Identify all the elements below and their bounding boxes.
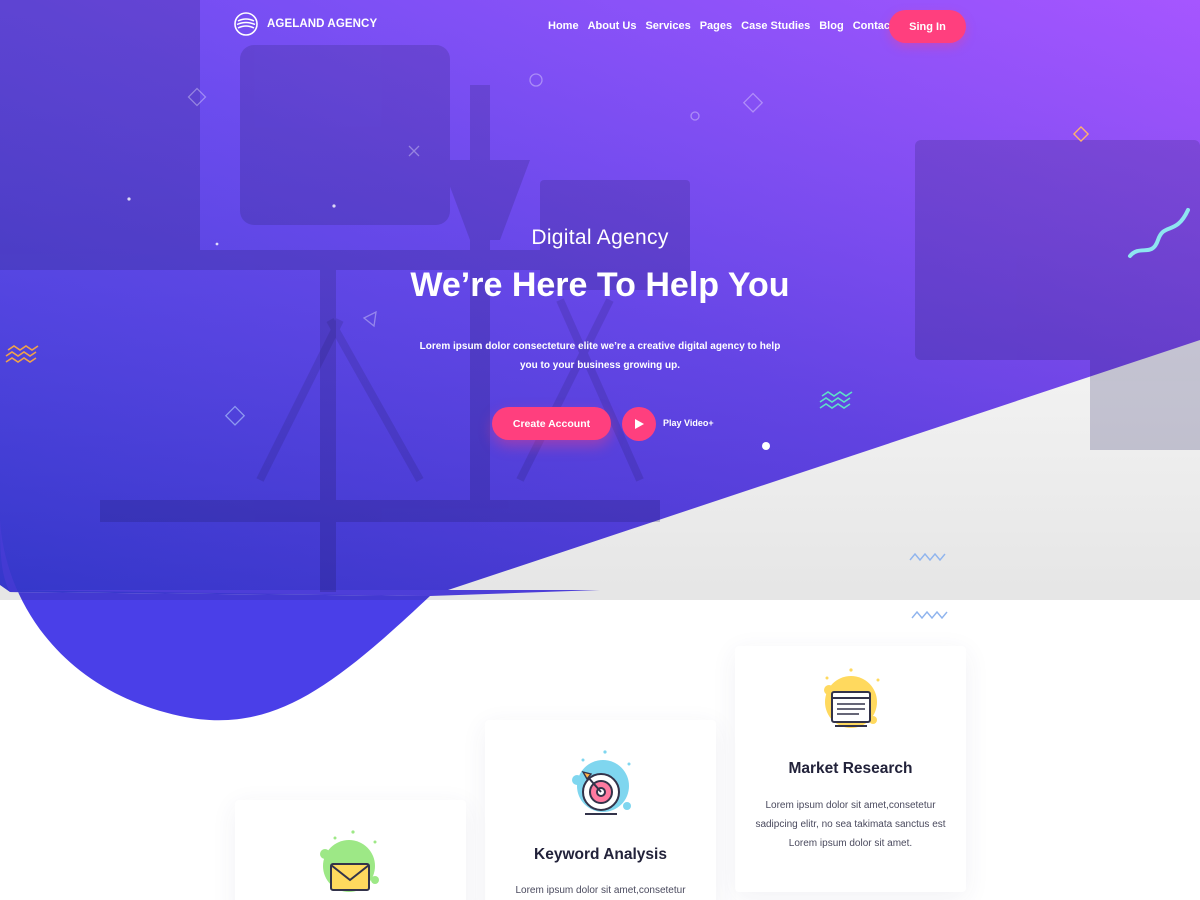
service-card-email[interactable] (235, 800, 466, 900)
play-video-label[interactable]: Play Video+ (663, 418, 714, 428)
brand-name: AGELAND AGENCY (267, 18, 378, 30)
nav-pages[interactable]: Pages (700, 20, 732, 32)
create-account-button[interactable]: Create Account (492, 407, 611, 440)
card-title: Keyword Analysis (534, 846, 667, 863)
nav-about-us[interactable]: About Us (588, 20, 637, 32)
hero-title: We’re Here To Help You (410, 266, 790, 304)
signin-button[interactable]: Sing In (889, 10, 966, 43)
document-screen-icon (823, 668, 879, 728)
play-icon (635, 419, 644, 429)
main-nav: Home About Us Services Pages Case Studie… (548, 20, 894, 32)
card-title: Market Research (788, 760, 913, 777)
nav-contact[interactable]: Contact (853, 20, 894, 32)
target-arrow-icon (571, 750, 631, 815)
concentric-wave-logo-icon (234, 12, 258, 36)
service-card-market-research[interactable]: Market Research Lorem ipsum dolor sit am… (735, 646, 966, 892)
card-text: Lorem ipsum dolor sit amet,consetetur (515, 885, 686, 896)
brand-logo[interactable]: AGELAND AGENCY (234, 12, 377, 36)
play-video-button[interactable] (622, 407, 656, 441)
nav-blog[interactable]: Blog (819, 20, 843, 32)
card-text: Lorem ipsum dolor sit amet,consetetur sa… (755, 800, 946, 849)
nav-home[interactable]: Home (548, 20, 579, 32)
hero-description: Lorem ipsum dolor consecteture elite we’… (419, 341, 781, 371)
nav-case-studies[interactable]: Case Studies (741, 20, 810, 32)
service-card-keyword-analysis[interactable]: Keyword Analysis Lorem ipsum dolor sit a… (485, 720, 716, 900)
envelope-icon (319, 830, 379, 892)
hero-kicker: Digital Agency (531, 226, 669, 249)
nav-services[interactable]: Services (645, 20, 690, 32)
